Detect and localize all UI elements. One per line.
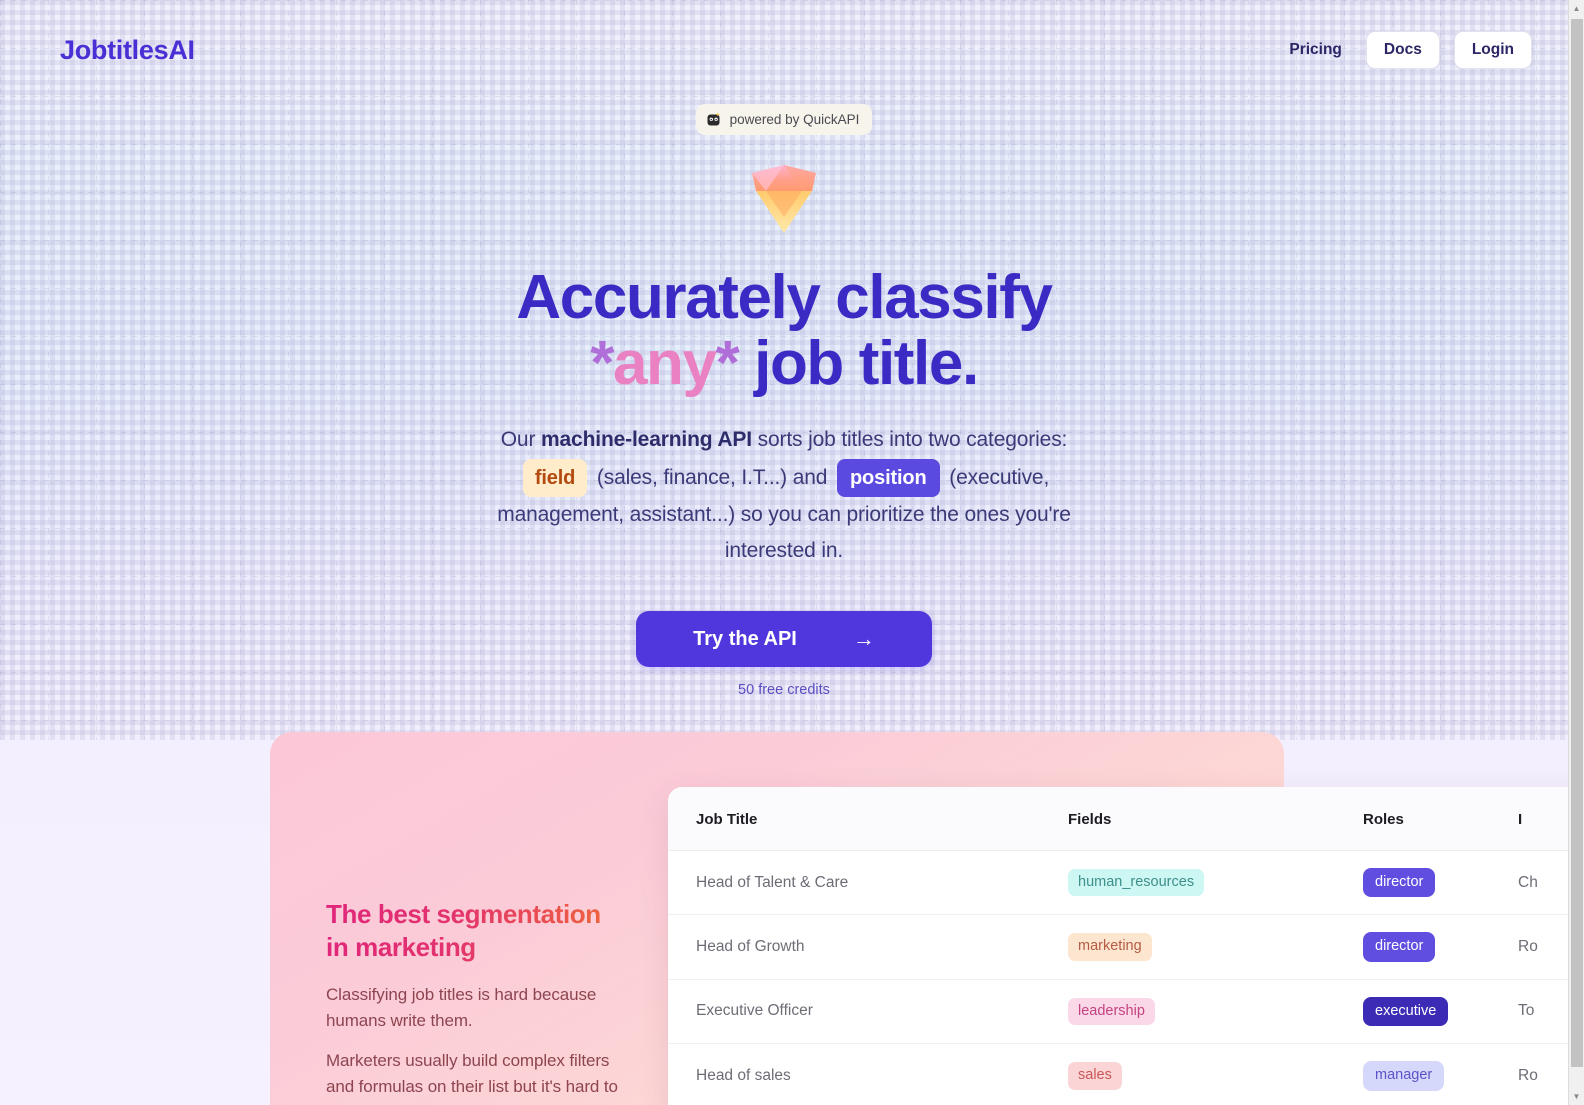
gem-emoji-icon [742, 161, 826, 235]
nav-button-docs[interactable]: Docs [1365, 31, 1440, 69]
try-the-api-button[interactable]: Try the API → [636, 611, 932, 668]
column-header-job-title[interactable]: Job Title [668, 787, 1068, 851]
arrow-right-icon: → [852, 626, 875, 652]
cell-field: marketing [1068, 914, 1363, 980]
powered-by-quickapi-badge[interactable]: powered by QuickAPI [695, 104, 873, 135]
nav-button-login[interactable]: Login [1453, 31, 1532, 69]
cell-extra: To [1518, 979, 1568, 1045]
table-row[interactable]: Executive Officer leadership executive T… [668, 979, 1568, 1045]
subtitle-part1: Our [500, 428, 541, 452]
cell-field: sales [1068, 1043, 1363, 1105]
feature-paragraph-1: Classifying job titles is hard because h… [326, 985, 597, 1031]
pill-field: field [522, 458, 588, 497]
free-credits-note: 50 free credits [738, 682, 830, 699]
subtitle-part3: (sales, finance, I.T...) and [591, 465, 833, 489]
cell-role: executive [1363, 979, 1518, 1045]
role-badge: director [1363, 932, 1436, 962]
cell-job-title: Head of sales [668, 1043, 1068, 1105]
subtitle-bold-api: machine-learning API [541, 428, 752, 452]
role-badge: executive [1363, 996, 1449, 1027]
job-titles-table: Job Title Fields Roles I Head of Talent … [668, 787, 1568, 1105]
field-badge: marketing [1068, 933, 1152, 961]
cta-container: Try the API → 50 free credits [0, 611, 1568, 698]
scrollbar-thumb[interactable] [1571, 19, 1583, 1067]
main-navigation: Pricing Docs Login [1279, 31, 1532, 69]
subtitle-part2: sorts job titles into two categories: [751, 428, 1068, 452]
hero-title-line1: Accurately classify [516, 263, 1053, 332]
feature-heading: The best segmentation in marketing [326, 898, 626, 964]
page-scroll-container[interactable]: JobtitlesAI Pricing Docs Login powered b… [0, 0, 1568, 1105]
scrollbar-down-arrow-icon[interactable]: ▼ [1569, 1088, 1584, 1105]
cell-job-title: Head of Talent & Care [668, 850, 1068, 916]
hero-title-asterisk-open: * [590, 328, 614, 398]
feature-paragraph-2: Marketers usually build complex filters … [326, 1050, 618, 1105]
cell-extra: Ro [1518, 1043, 1568, 1105]
role-badge: director [1363, 868, 1436, 898]
site-header: JobtitlesAI Pricing Docs Login [0, 0, 1568, 100]
hero-title-any: any [612, 328, 717, 398]
cell-role: manager [1363, 1043, 1518, 1105]
robot-emoji-icon [706, 111, 723, 128]
table-body: Head of Talent & Care human_resources di… [668, 850, 1568, 1105]
cell-job-title: Head of Growth [668, 914, 1068, 980]
feature-text-block: The best segmentation in marketing Class… [326, 898, 626, 1105]
cell-job-title: Executive Officer [668, 979, 1068, 1045]
column-header-roles[interactable]: Roles [1363, 787, 1518, 851]
field-badge: leadership [1068, 997, 1155, 1026]
table-row[interactable]: Head of Growth marketing director Ro [668, 914, 1568, 980]
table-row[interactable]: Head of sales sales manager Ro [668, 1043, 1568, 1105]
cell-extra: Ch [1518, 850, 1568, 916]
hero-title-asterisk-close: * [715, 328, 740, 398]
hero-section: powered by QuickAPI Accurately classify … [0, 100, 1568, 698]
role-badge: manager [1363, 1061, 1445, 1091]
table-header-row: Job Title Fields Roles I [668, 787, 1568, 851]
pill-position: position [836, 458, 940, 497]
column-header-extra[interactable]: I [1518, 787, 1568, 851]
cell-role: director [1363, 914, 1518, 980]
cta-label: Try the API [693, 627, 797, 650]
field-badge: sales [1068, 1062, 1122, 1090]
hero-title-line2-rest: job title. [738, 328, 979, 398]
page-scrollbar[interactable]: ▲ ▼ [1568, 0, 1584, 1105]
hero-subtitle: Our machine-learning API sorts job title… [484, 422, 1084, 569]
table-head: Job Title Fields Roles I [668, 787, 1568, 851]
column-header-fields[interactable]: Fields [1068, 787, 1363, 851]
nav-link-pricing[interactable]: Pricing [1279, 35, 1352, 65]
cell-extra: Ro [1518, 914, 1568, 980]
site-logo[interactable]: JobtitlesAI [60, 35, 195, 66]
cell-field: leadership [1068, 979, 1363, 1045]
cell-field: human_resources [1068, 850, 1363, 916]
job-titles-table-card: Job Title Fields Roles I Head of Talent … [668, 787, 1568, 1105]
table-row[interactable]: Head of Talent & Care human_resources di… [668, 850, 1568, 916]
quickapi-badge-label: powered by QuickAPI [729, 112, 860, 127]
hero-title: Accurately classify *any* job title. [0, 265, 1568, 396]
cell-role: director [1363, 850, 1518, 916]
field-badge: human_resources [1068, 869, 1205, 897]
scrollbar-up-arrow-icon[interactable]: ▲ [1569, 0, 1584, 17]
